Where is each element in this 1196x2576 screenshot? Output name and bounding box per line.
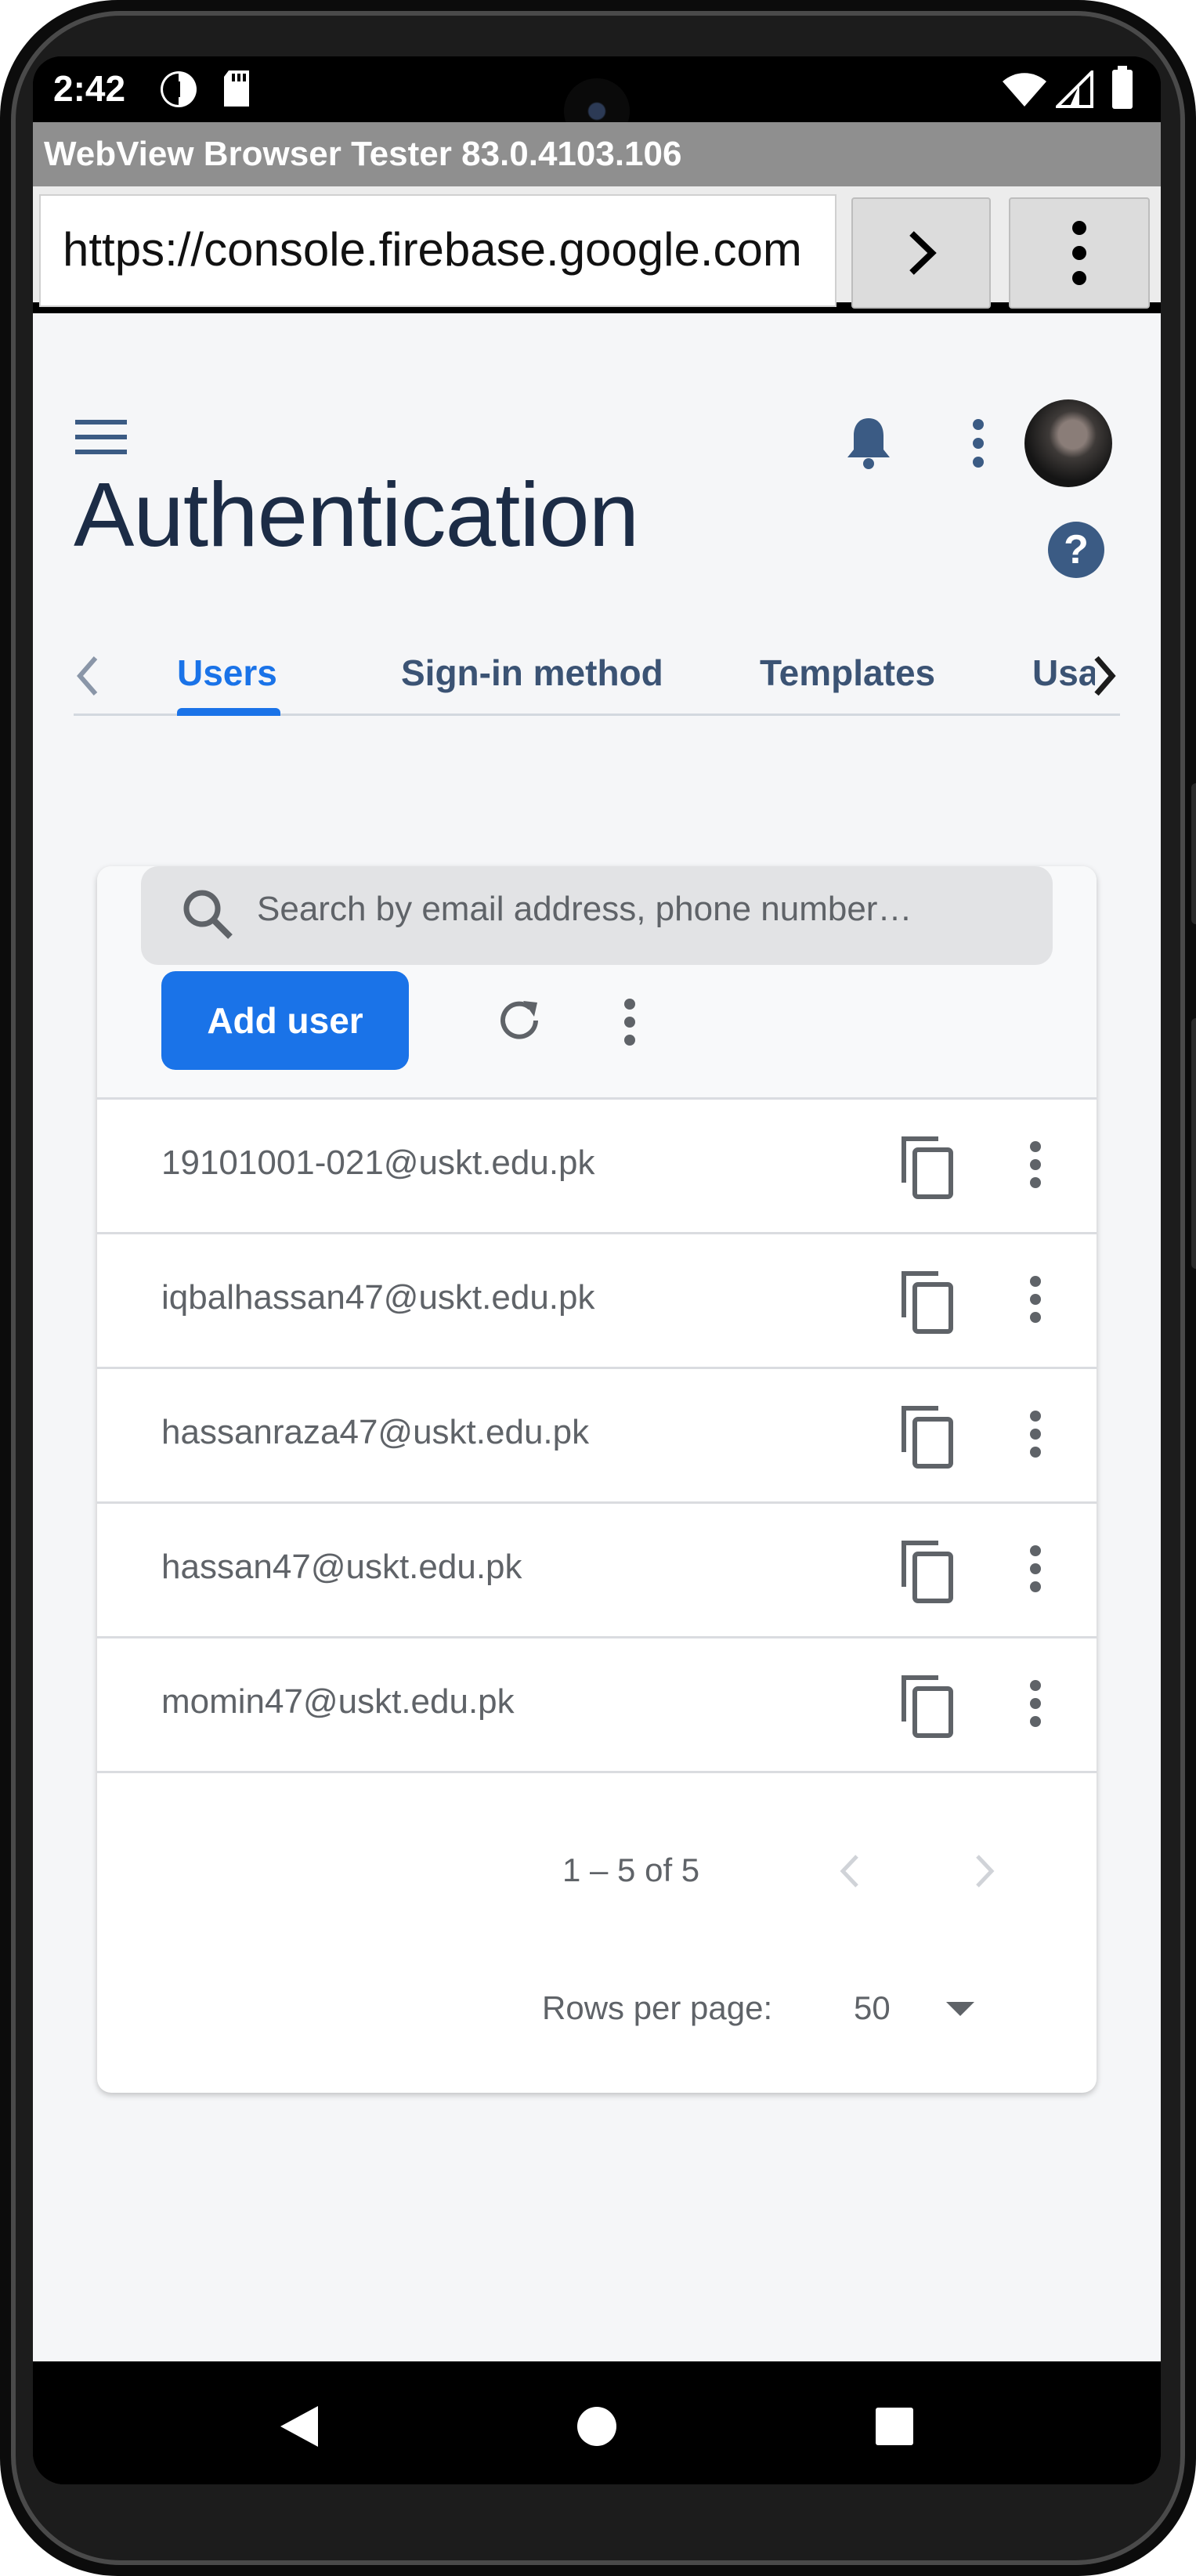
tab-templates[interactable]: Templates [760, 652, 935, 694]
user-row[interactable]: 19101001-021@uskt.edu.pk [97, 1100, 1097, 1234]
more-vert-icon[interactable] [970, 418, 987, 472]
refresh-icon[interactable] [493, 995, 545, 1050]
help-icon[interactable]: ? [1048, 522, 1104, 578]
user-email: momin47@uskt.edu.pk [161, 1682, 515, 1721]
rows-per-page-label: Rows per page: [542, 1989, 773, 2026]
copy-icon[interactable] [898, 1269, 956, 1339]
navigation-bar [33, 2368, 1161, 2484]
webview-title-bar: WebView Browser Tester 83.0.4103.106 [33, 122, 1161, 186]
sd-card-icon [221, 69, 252, 112]
copy-icon[interactable] [898, 1134, 956, 1204]
firebase-auth-page: Authentication ? Users Sign-in method Te… [33, 313, 1161, 2361]
browser-menu-button[interactable] [1009, 197, 1150, 309]
search-input[interactable]: Search by email address, phone number… [257, 890, 912, 929]
user-email: hassanraza47@uskt.edu.pk [161, 1413, 590, 1451]
tab-bar: Users Sign-in method Templates Usa [74, 642, 1120, 716]
recents-square-icon [876, 2408, 913, 2445]
prev-page-icon[interactable] [838, 1852, 862, 1895]
tab-usage[interactable]: Usa [1032, 652, 1095, 694]
volume-button [1191, 1018, 1196, 1269]
user-row[interactable]: momin47@uskt.edu.pk [97, 1638, 1097, 1773]
back-button[interactable] [244, 2368, 354, 2484]
more-vert-icon[interactable] [1028, 1410, 1043, 1462]
more-vert-icon [1072, 221, 1086, 285]
more-vert-icon[interactable] [1028, 1140, 1043, 1193]
active-tab-indicator [177, 708, 280, 716]
user-row[interactable]: iqbalhassan47@uskt.edu.pk [97, 1234, 1097, 1369]
more-vert-icon[interactable] [1028, 1545, 1043, 1597]
device-screen: 2:42 WebView Browser Tester 83.0.4103.10… [33, 56, 1161, 2484]
more-vert-icon[interactable] [1028, 1679, 1043, 1732]
more-vert-icon[interactable] [1028, 1275, 1043, 1328]
phone-frame: 2:42 WebView Browser Tester 83.0.4103.10… [0, 0, 1196, 2576]
copy-icon[interactable] [898, 1404, 956, 1473]
signal-icon [1053, 68, 1093, 112]
user-row[interactable]: hassanraza47@uskt.edu.pk [97, 1369, 1097, 1504]
search-icon [182, 888, 233, 944]
tabs-scroll-left-icon[interactable] [74, 653, 100, 703]
battery-icon [1111, 66, 1134, 114]
status-time: 2:42 [53, 68, 126, 109]
rows-per-page-select[interactable]: 50 [854, 1989, 891, 2027]
power-button [1191, 783, 1196, 924]
more-vert-icon[interactable] [622, 998, 638, 1050]
notification-app-icon [158, 69, 199, 114]
home-button[interactable] [542, 2368, 652, 2484]
user-row[interactable]: hassan47@uskt.edu.pk [97, 1504, 1097, 1638]
next-page-icon[interactable] [973, 1852, 996, 1895]
user-email: 19101001-021@uskt.edu.pk [161, 1143, 595, 1182]
page-title: Authentication [74, 464, 639, 565]
recents-button[interactable] [840, 2368, 949, 2484]
tab-users[interactable]: Users [177, 652, 277, 694]
chevron-right-icon [909, 231, 937, 275]
go-button[interactable] [851, 197, 991, 309]
dropdown-caret-icon[interactable] [946, 2002, 974, 2021]
user-email: iqbalhassan47@uskt.edu.pk [161, 1278, 595, 1317]
search-bar[interactable]: Search by email address, phone number… [141, 866, 1053, 965]
user-email: hassan47@uskt.edu.pk [161, 1548, 522, 1586]
add-user-button[interactable]: Add user [161, 971, 409, 1070]
notifications-bell-icon[interactable] [844, 415, 893, 474]
account-avatar[interactable] [1024, 399, 1112, 487]
pagination-range: 1 – 5 of 5 [562, 1852, 700, 1888]
back-triangle-icon [280, 2406, 318, 2447]
tab-usage-clip: Usa [1032, 652, 1095, 706]
pagination: 1 – 5 of 5 Rows per page: 50 [97, 1773, 1097, 2086]
url-input[interactable]: https://console.firebase.google.com [39, 194, 836, 307]
copy-icon[interactable] [898, 1673, 956, 1743]
url-bar: https://console.firebase.google.com [33, 186, 1161, 309]
copy-icon[interactable] [898, 1538, 956, 1608]
home-circle-icon [577, 2407, 616, 2446]
tab-sign-in-method[interactable]: Sign-in method [401, 652, 663, 694]
hamburger-menu-icon[interactable] [75, 418, 127, 460]
tabs-scroll-right-icon[interactable] [1092, 653, 1118, 703]
wifi-icon [1001, 72, 1048, 112]
users-card: Search by email address, phone number… A… [97, 866, 1097, 2093]
users-card-toolbar: Search by email address, phone number… A… [97, 866, 1097, 1100]
webview-title: WebView Browser Tester 83.0.4103.106 [44, 135, 682, 173]
